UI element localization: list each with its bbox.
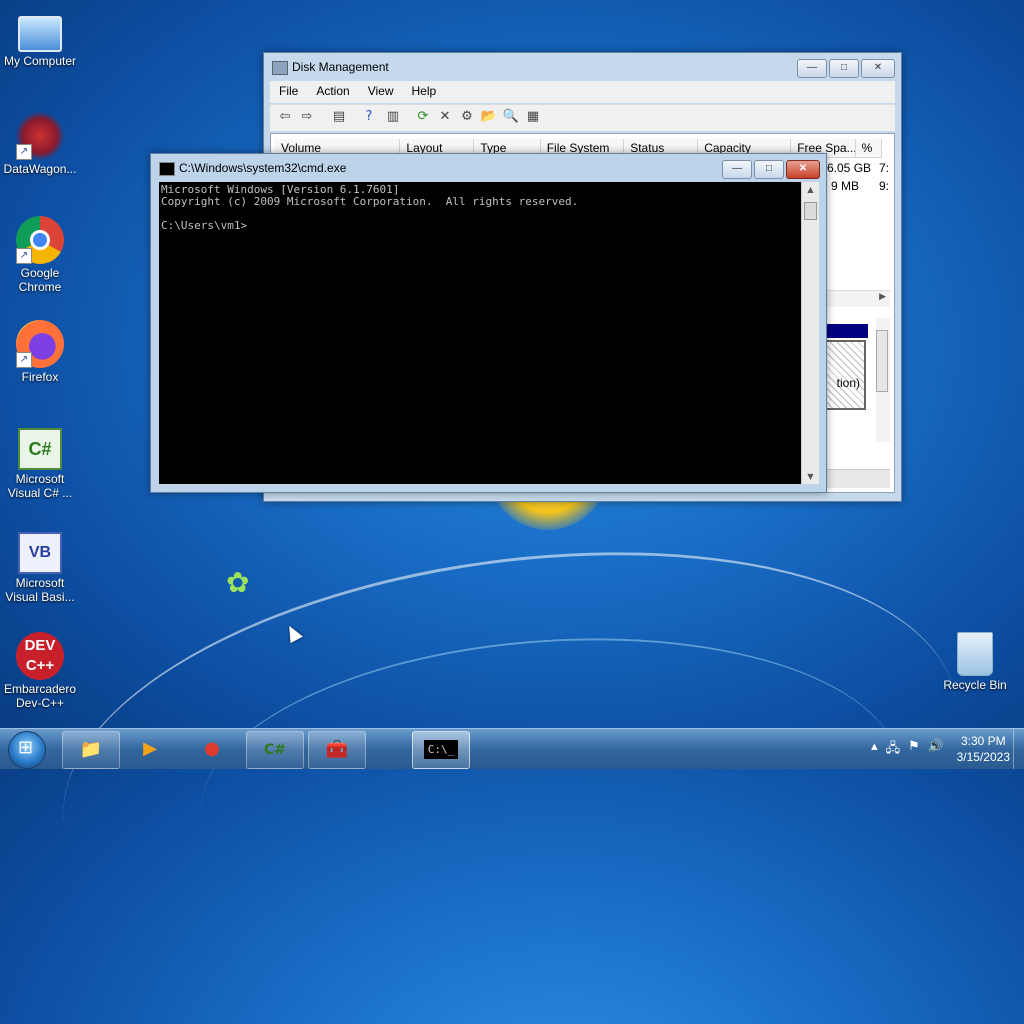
- visual-basic-icon: VB: [18, 532, 62, 574]
- delete-icon[interactable]: ✕: [436, 109, 454, 125]
- shortcut-arrow-icon: ↗: [16, 144, 32, 160]
- free-space-cell: 6.05 GB: [827, 161, 872, 175]
- help-icon[interactable]: ?: [360, 109, 378, 125]
- col-percent[interactable]: %: [856, 139, 882, 157]
- window-title: C:\Windows\system32\cmd.exe: [179, 161, 347, 175]
- desktop-icon-recycle-bin[interactable]: Recycle Bin: [935, 632, 1015, 692]
- clock[interactable]: 3:30 PM 3/15/2023: [957, 733, 1010, 765]
- maximize-button[interactable]: □: [829, 59, 859, 78]
- desktop-icon-label: My Computer: [3, 54, 77, 68]
- show-pane-icon[interactable]: ▥: [384, 109, 402, 125]
- toolbox-icon: 🧰: [325, 739, 349, 760]
- start-button[interactable]: [8, 731, 46, 769]
- open-folder-icon[interactable]: 📂: [480, 109, 498, 125]
- close-button[interactable]: ✕: [786, 160, 820, 179]
- desktop-icon-label: DataWagon...: [3, 162, 77, 176]
- desktop-icon-label: Microsoft Visual C# ...: [7, 472, 73, 500]
- media-player-icon: ▶: [143, 738, 157, 759]
- cmd-window[interactable]: C:\Windows\system32\cmd.exe — □ ✕ Micros…: [150, 153, 827, 493]
- devcpp-icon: DEV C++: [16, 632, 64, 680]
- disk-management-titlebar[interactable]: Disk Management — □ ✕: [264, 53, 901, 81]
- percent-cell: 9:: [879, 179, 890, 193]
- percent-cell: 7:: [879, 161, 890, 175]
- menu-action[interactable]: Action: [307, 81, 358, 103]
- console-prompt: C:\Users\vm1>: [161, 219, 248, 232]
- scroll-down-icon[interactable]: ▼: [802, 472, 819, 481]
- disk-management-icon: [272, 61, 288, 75]
- scroll-right-icon[interactable]: ▶: [879, 292, 886, 302]
- action-center-icon[interactable]: ⚑: [908, 739, 920, 761]
- scrollbar-thumb[interactable]: [804, 202, 817, 220]
- toolbar: ⇦ ⇨ ▤ ? ▥ ⟳ ✕ ⚙ 📂 🔍 ▦: [270, 104, 895, 131]
- taskbar-visual-csharp[interactable]: C#: [246, 731, 304, 769]
- maximize-button[interactable]: □: [754, 160, 784, 179]
- datawagon-icon: ↗: [16, 112, 64, 160]
- chrome-icon: ↗: [16, 216, 64, 264]
- minimize-button[interactable]: —: [722, 160, 752, 179]
- taskbar-explorer[interactable]: 📁: [62, 731, 120, 769]
- minimize-button[interactable]: —: [797, 59, 827, 78]
- refresh-icon[interactable]: ⟳: [414, 109, 432, 125]
- desktop-icon-label: Microsoft Visual Basi...: [5, 576, 75, 604]
- desktop-icon-label: Recycle Bin: [943, 678, 1007, 692]
- network-icon[interactable]: 🖧: [886, 739, 901, 761]
- shortcut-arrow-icon: ↗: [16, 248, 32, 264]
- firefox-icon: ↗: [16, 320, 64, 368]
- menu-view[interactable]: View: [359, 81, 403, 103]
- system-tray: ▴ 🖧 ⚑ 🔊: [871, 739, 944, 761]
- folder-icon: 📁: [79, 739, 103, 760]
- desktop-icon-label: Embarcadero Dev-C++: [3, 682, 77, 710]
- clock-date: 3/15/2023: [956, 750, 1010, 764]
- window-title: Disk Management: [292, 60, 389, 74]
- partition-label: tion): [836, 376, 860, 390]
- back-icon[interactable]: ⇦: [276, 109, 294, 125]
- desktop-icon-label: Google Chrome: [18, 266, 62, 294]
- computer-icon: [18, 16, 62, 52]
- taskbar-cmd[interactable]: C:\_: [412, 731, 470, 769]
- volume-icon[interactable]: 🔊: [928, 739, 944, 761]
- menu-bar: File Action View Help: [270, 81, 895, 103]
- console-output[interactable]: Microsoft Windows [Version 6.1.7601] Copy…: [159, 182, 801, 484]
- desktop-icon-label: Firefox: [21, 370, 59, 384]
- console-line: ​: [161, 208, 799, 220]
- recycle-bin-icon: [957, 632, 993, 676]
- desktop-icon-my-computer[interactable]: My Computer: [0, 10, 80, 68]
- show-hidden-icons-icon[interactable]: ▴: [871, 739, 878, 761]
- disk-partition-header: [826, 324, 868, 338]
- scroll-up-icon[interactable]: ▲: [802, 185, 819, 194]
- show-desktop-button[interactable]: [1013, 729, 1024, 769]
- desktop-icon-chrome[interactable]: ↗ Google Chrome: [0, 216, 80, 294]
- taskbar: 📁 ▶ ● C# 🧰 C:\_ ▴ 🖧 ⚑ 🔊 3:30 PM 3/15/202…: [0, 728, 1024, 769]
- wallpaper-leaf: ✿: [226, 566, 250, 599]
- close-button[interactable]: ✕: [861, 59, 895, 78]
- desktop-icon-datawagon[interactable]: ↗ DataWagon...: [0, 112, 80, 176]
- clock-time: 3:30 PM: [960, 734, 1006, 748]
- scrollbar-thumb[interactable]: [876, 330, 888, 392]
- desktop-icon-visual-csharp[interactable]: C# Microsoft Visual C# ...: [0, 428, 80, 500]
- properties-icon[interactable]: ⚙: [458, 109, 476, 125]
- console-line: Copyright (c) 2009 Microsoft Corporation…: [161, 195, 579, 208]
- cmd-icon: [159, 162, 175, 176]
- taskbar-media-player[interactable]: ▶: [122, 731, 178, 767]
- cmd-titlebar[interactable]: C:\Windows\system32\cmd.exe — □ ✕: [151, 154, 826, 182]
- visual-csharp-icon: C#: [263, 742, 286, 758]
- desktop-icon-firefox[interactable]: ↗ Firefox: [0, 320, 80, 384]
- explore-icon[interactable]: 🔍: [502, 109, 520, 125]
- forward-icon[interactable]: ⇨: [298, 109, 316, 125]
- chrome-icon: ●: [204, 738, 220, 759]
- console-scrollbar[interactable]: ▲ ▼: [801, 182, 819, 484]
- free-space-cell: 9 MB: [831, 179, 860, 193]
- visual-csharp-icon: C#: [18, 428, 62, 470]
- taskbar-toolbox[interactable]: 🧰: [308, 731, 366, 769]
- desktop-icon-devcpp[interactable]: DEV C++ Embarcadero Dev-C++: [0, 632, 80, 710]
- cmd-icon: C:\_: [423, 740, 459, 759]
- shortcut-arrow-icon: ↗: [16, 352, 32, 368]
- partition-block[interactable]: [824, 340, 866, 410]
- menu-help[interactable]: Help: [403, 81, 446, 103]
- rescan-icon[interactable]: ▦: [524, 109, 542, 125]
- taskbar-chrome[interactable]: ●: [184, 731, 240, 767]
- console-tree-icon[interactable]: ▤: [330, 109, 348, 125]
- desktop-icon-visual-basic[interactable]: VB Microsoft Visual Basi...: [0, 532, 80, 604]
- menu-file[interactable]: File: [270, 81, 307, 103]
